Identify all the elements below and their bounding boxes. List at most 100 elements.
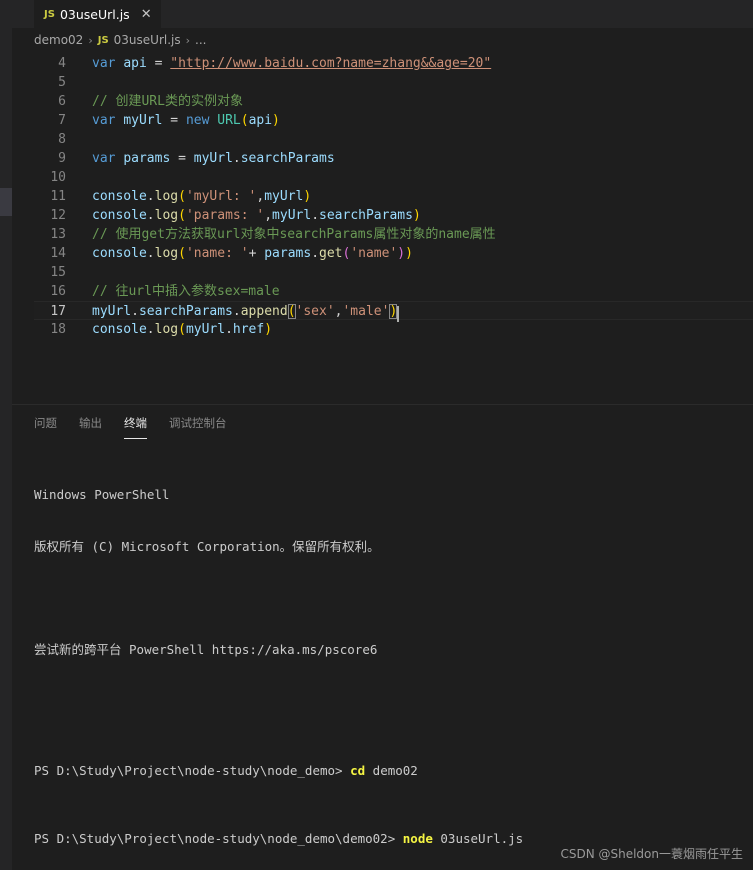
token-paren: ) (264, 322, 273, 337)
line-number: 8 (58, 132, 66, 147)
terminal-line: 版权所有 (C) Microsoft Corporation。保留所有权利。 (34, 539, 380, 554)
code-line-4: 4 var api = "http://www.baidu.com?name=zh… (34, 54, 753, 73)
code-line-9: 9 var params = myUrl.searchParams (34, 149, 753, 168)
line-number: 13 (50, 227, 66, 242)
breadcrumb-file[interactable]: 03useUrl.js (114, 33, 181, 47)
code-line-15: 15 (34, 263, 753, 282)
tab-03useurl-js[interactable]: JS 03useUrl.js ✕ (34, 0, 161, 28)
token-string: 'myUrl: ' (185, 189, 257, 204)
token-comment: // 创建URL类的实例对象 (92, 94, 243, 109)
panel-tab-debug-console[interactable]: 调试控制台 (169, 415, 227, 435)
token-identifier: myUrl (193, 151, 233, 166)
vscode-window: JS 03useUrl.js ✕ demo02 › JS 03useUrl.js… (0, 0, 753, 870)
token-dot: . (225, 322, 233, 337)
token-string-url[interactable]: "http://www.baidu.com?name=zhang&&age=20… (170, 56, 491, 71)
code-line-10: 10 (34, 168, 753, 187)
token-string: 'name: ' (185, 246, 249, 261)
token-dot: . (146, 322, 155, 337)
token-class: URL (217, 113, 241, 128)
panel-tab-terminal[interactable]: 终端 (124, 415, 147, 439)
code-line-18: 18 console.log(myUrl.href) (34, 320, 753, 339)
token-dot: . (146, 189, 155, 204)
panel-tab-problems[interactable]: 问题 (34, 415, 57, 435)
chevron-right-icon: › (185, 33, 191, 47)
token-function: log (154, 246, 179, 261)
token-keyword: var (92, 56, 116, 71)
line-number: 4 (58, 56, 66, 71)
code-editor[interactable]: 4 var api = "http://www.baidu.com?name=zh… (34, 54, 753, 404)
code-line-6: 6 // 创建URL类的实例对象 (34, 92, 753, 111)
token-property: searchParams (138, 304, 233, 319)
token-property: searchParams (319, 208, 413, 223)
token-identifier: myUrl (272, 208, 312, 223)
terminal-prompt: PS D:\Study\Project\node-study\node_demo… (34, 831, 403, 847)
tab-label: 03useUrl.js (59, 7, 130, 22)
token-identifier: myUrl (264, 189, 304, 204)
terminal-output[interactable]: Windows PowerShell 版权所有 (C) Microsoft Co… (34, 452, 753, 870)
token-dot: . (232, 304, 241, 319)
token-identifier: params (264, 246, 312, 261)
terminal-prompt-line: PS D:\Study\Project\node-study\node_demo… (34, 762, 753, 779)
token-identifier: api (123, 56, 147, 71)
token-console: console (92, 208, 147, 223)
token-identifier: params (123, 151, 171, 166)
line-number: 7 (58, 113, 66, 128)
token-identifier: myUrl (185, 322, 226, 337)
token-property: searchParams (240, 151, 335, 166)
token-paren: ) (412, 208, 421, 223)
token-paren: ) (272, 113, 280, 128)
token-paren-match-open: ( (287, 304, 296, 319)
csdn-watermark: CSDN @Sheldon一蓑烟雨任平生 (560, 847, 743, 861)
line-number: 9 (58, 151, 66, 166)
line-number: 14 (50, 246, 66, 261)
breadcrumb: demo02 › JS 03useUrl.js › ... (12, 28, 753, 52)
line-number: 15 (50, 265, 66, 280)
terminal-line: Windows PowerShell (34, 487, 170, 503)
token-function: log (154, 189, 179, 204)
close-icon[interactable]: ✕ (141, 8, 152, 21)
token-dot: . (311, 246, 320, 261)
panel-divider[interactable] (12, 404, 753, 405)
token-console: console (92, 246, 147, 261)
token-identifier: myUrl (123, 113, 163, 128)
token-dot: . (146, 208, 155, 223)
code-line-11: 11 console.log('myUrl: ',myUrl) (34, 187, 753, 206)
token-paren: ) (397, 246, 406, 261)
panel-tab-output[interactable]: 输出 (79, 415, 102, 435)
code-line-16: 16 // 往url中插入参数sex=male (34, 282, 753, 301)
token-paren: ) (303, 189, 312, 204)
terminal-command: cd (350, 762, 366, 778)
token-comma: , (264, 208, 273, 223)
terminal-prompt: PS D:\Study\Project\node-study\node_demo… (34, 762, 351, 778)
terminal-line: 尝试新的跨平台 PowerShell https://aka.ms/pscore… (34, 642, 378, 658)
token-comment: // 往url中插入参数sex=male (92, 284, 280, 299)
terminal-command: node (402, 831, 433, 847)
breadcrumb-ellipsis[interactable]: ... (195, 33, 206, 47)
token-paren-match-close: ) (389, 304, 398, 319)
token-string: 'name' (350, 246, 398, 261)
panel-tab-bar: 问题 输出 终端 调试控制台 (34, 409, 753, 441)
chevron-right-icon: › (88, 33, 93, 47)
token-function: log (154, 208, 179, 223)
token-paren: ( (178, 322, 186, 337)
token-paren: ( (178, 208, 186, 223)
line-number: 17 (50, 304, 66, 319)
code-line-14: 14 console.log('name: '+ params.get('name… (34, 244, 753, 263)
token-paren: ( (240, 113, 249, 128)
token-dot: . (311, 208, 320, 223)
line-number: 11 (50, 189, 66, 204)
token-console: console (92, 189, 147, 204)
token-function: get (319, 246, 343, 261)
code-line-17-active: 17 myUrl.searchParams.append('sex','male'… (34, 301, 753, 322)
token-keyword: var (92, 113, 116, 128)
token-string: 'sex' (295, 304, 335, 319)
token-identifier: myUrl (92, 304, 132, 319)
token-comment: // 使用get方法获取url对象中searchParams属性对象的name属… (92, 227, 496, 242)
token-identifier: api (248, 113, 273, 128)
breadcrumb-folder[interactable]: demo02 (34, 33, 83, 47)
token-dot: . (131, 304, 139, 319)
token-operator: = (154, 56, 163, 71)
code-line-8: 8 (34, 130, 753, 149)
editor-scrollbar-thumb[interactable] (0, 188, 12, 216)
